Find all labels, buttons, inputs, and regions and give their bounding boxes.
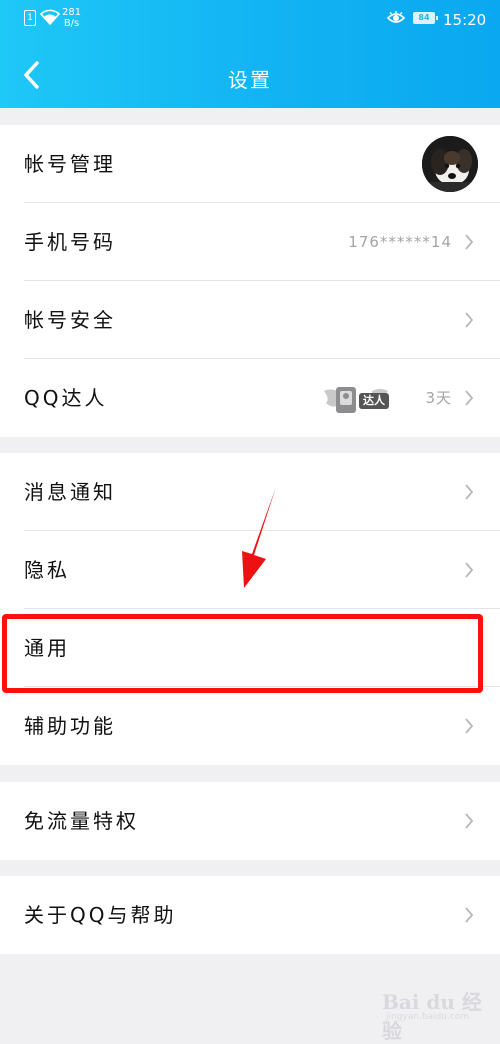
badge-label: 达人 bbox=[359, 393, 389, 409]
settings-group-account: 帐号管理 手机号码 176******14 帐号安全 QQ达人 达人 3天 bbox=[0, 125, 500, 437]
network-speed: 281 B/s bbox=[62, 7, 81, 29]
settings-item-label: 辅助功能 bbox=[24, 714, 116, 738]
eye-comfort-icon bbox=[387, 11, 405, 23]
settings-item-label: QQ达人 bbox=[24, 386, 108, 410]
battery-icon: 84 bbox=[413, 12, 438, 24]
clock: 15:20 bbox=[443, 11, 487, 29]
status-bar: 1 281 B/s 84 15:20 bbox=[0, 0, 500, 38]
settings-group-data-plan: 免流量特权 bbox=[0, 782, 500, 860]
settings-item-label: 隐私 bbox=[24, 558, 70, 582]
highlight-box-annotation bbox=[2, 614, 483, 693]
settings-item-phone-number[interactable]: 手机号码 176******14 bbox=[0, 203, 500, 281]
settings-item-accessibility[interactable]: 辅助功能 bbox=[0, 687, 500, 765]
phone-number-value: 176******14 bbox=[348, 233, 452, 251]
chevron-right-icon bbox=[465, 813, 474, 829]
settings-group-about: 关于QQ与帮助 bbox=[0, 876, 500, 954]
expert-days-value: 3天 bbox=[425, 389, 452, 407]
settings-item-label: 消息通知 bbox=[24, 480, 116, 504]
settings-item-label: 手机号码 bbox=[24, 230, 116, 254]
wifi-icon bbox=[40, 9, 60, 25]
qq-expert-badge: 达人 bbox=[322, 383, 390, 415]
battery-level: 84 bbox=[418, 13, 430, 22]
page-title: 设置 bbox=[228, 68, 272, 92]
settings-item-label: 帐号安全 bbox=[24, 308, 116, 332]
settings-item-about-help[interactable]: 关于QQ与帮助 bbox=[0, 876, 500, 954]
chevron-right-icon bbox=[465, 484, 474, 500]
settings-item-qq-expert[interactable]: QQ达人 达人 3天 bbox=[0, 359, 500, 437]
chevron-right-icon bbox=[465, 718, 474, 734]
chevron-right-icon bbox=[465, 907, 474, 923]
avatar[interactable] bbox=[422, 136, 478, 192]
settings-item-free-data[interactable]: 免流量特权 bbox=[0, 782, 500, 860]
settings-item-label: 关于QQ与帮助 bbox=[24, 903, 177, 927]
chevron-right-icon bbox=[465, 312, 474, 328]
network-speed-value: 281 bbox=[62, 7, 82, 18]
chevron-right-icon bbox=[465, 562, 474, 578]
settings-item-label: 免流量特权 bbox=[24, 809, 139, 833]
network-speed-unit: B/s bbox=[63, 18, 80, 29]
watermark-url: jingyan.baidu.com bbox=[386, 1012, 470, 1022]
chevron-right-icon bbox=[465, 390, 474, 406]
red-arrow-annotation bbox=[242, 487, 276, 588]
dog-avatar-image bbox=[422, 136, 478, 192]
chevron-right-icon bbox=[465, 234, 474, 250]
settings-item-account-security[interactable]: 帐号安全 bbox=[0, 281, 500, 359]
sim-card-icon: 1 bbox=[24, 10, 36, 26]
baidu-watermark: Bai du 经验 jingyan.baidu.com bbox=[382, 982, 492, 1043]
settings-item-account-management[interactable]: 帐号管理 bbox=[0, 125, 500, 203]
app-header: 1 281 B/s 84 15:20 设置 bbox=[0, 0, 500, 108]
settings-item-label: 帐号管理 bbox=[24, 152, 116, 176]
